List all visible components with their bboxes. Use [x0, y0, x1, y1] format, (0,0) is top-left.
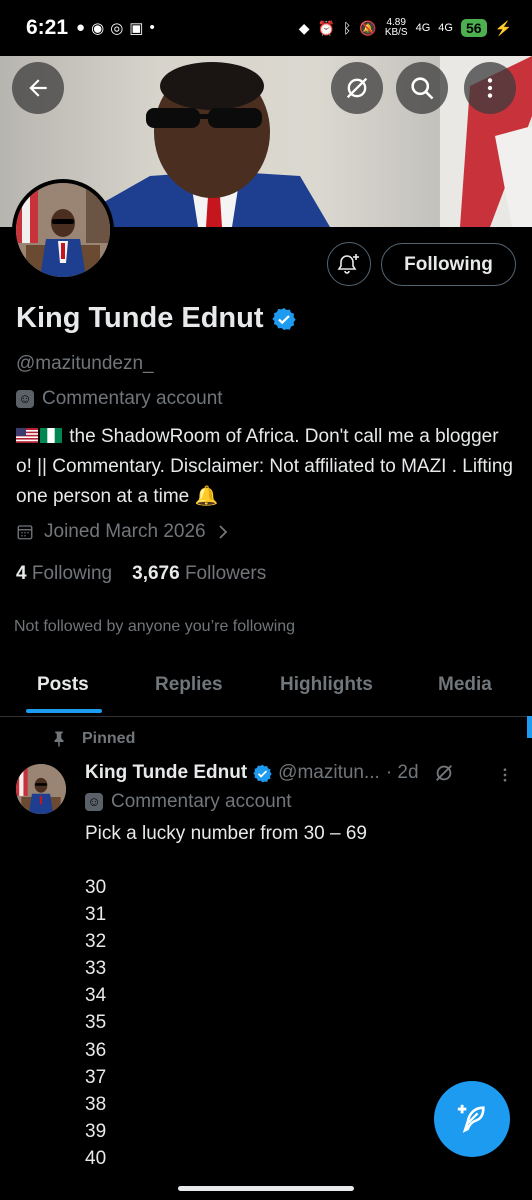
profile-bio: the ShadowRoom of Africa. Don't call me … [16, 422, 516, 512]
list-item: 36 [85, 1039, 107, 1061]
tab-media[interactable]: Media [438, 674, 492, 696]
grok-icon[interactable] [433, 762, 455, 784]
list-item: 32 [85, 931, 107, 953]
list-item: 37 [85, 1066, 107, 1088]
post-account-label-row: ☺ Commentary account [85, 791, 292, 813]
pin-icon [54, 731, 64, 747]
active-tab-indicator [26, 709, 102, 713]
following-button[interactable]: Following [381, 243, 516, 286]
back-button[interactable] [12, 62, 64, 114]
bluetooth-icon: ᛒ [342, 20, 352, 36]
joined-text: Joined March 2026 [44, 521, 206, 542]
tab-replies[interactable]: Replies [155, 674, 223, 696]
profile-name: King Tunde Ednut [16, 302, 264, 334]
post-time: · 2d [385, 762, 419, 783]
back-arrow-icon [29, 79, 47, 97]
list-item: 40 [85, 1147, 107, 1169]
search-button[interactable] [396, 62, 448, 114]
list-item: 39 [85, 1120, 107, 1142]
mute-icon: 🔕 [359, 19, 377, 36]
gesture-home-bar[interactable] [178, 1186, 354, 1191]
post-avatar-image [16, 764, 66, 814]
chevron-right-icon [218, 525, 227, 539]
app2-icon: ▣ [129, 20, 144, 37]
tab-posts[interactable]: Posts [37, 674, 89, 696]
profile-name-row: King Tunde Ednut [16, 302, 296, 335]
location-icon: ◆ [298, 19, 310, 36]
calendar-icon [17, 525, 33, 540]
more-vertical-icon [503, 768, 507, 782]
more-button[interactable] [464, 62, 516, 114]
nigeria-flag-icon [40, 428, 62, 443]
whatsapp-icon: ◉ [91, 20, 105, 37]
post-account-label: Commentary account [111, 791, 292, 812]
mask-icon: ☺ [85, 793, 103, 811]
mask-icon: ☺ [16, 390, 34, 408]
list-item: 30 [85, 877, 107, 898]
post-text: Pick a lucky number from 30 – 69 [85, 823, 367, 844]
net-speed: 4.89 KB/S [384, 17, 408, 38]
not-followed-text: Not followed by anyone you’re following [14, 618, 296, 635]
post-header: King Tunde Ednut @mazitun... · 2d [85, 762, 455, 784]
more-vertical-icon [487, 78, 493, 98]
app-icon: ◎ [110, 20, 124, 37]
account-label-row: ☺ Commentary account [16, 388, 223, 410]
list-item: 35 [85, 1012, 107, 1034]
pinned-label-row: Pinned [50, 729, 135, 749]
status-time: 6:21 [26, 16, 69, 39]
us-flag-icon [16, 428, 38, 443]
dot-icon: • [149, 19, 155, 36]
tab-highlights[interactable]: Highlights [280, 674, 373, 696]
grok-icon [346, 77, 368, 99]
account-label: Commentary account [42, 388, 223, 409]
list-item: 33 [85, 958, 107, 980]
notification-icons: ● ◉ ◎ ▣ • [76, 19, 155, 37]
verified-badge-icon [253, 764, 272, 782]
following-count-link[interactable]: 4 Following [16, 563, 112, 585]
compose-button[interactable] [434, 1081, 510, 1157]
verified-badge-icon[interactable] [271, 307, 296, 331]
post-number-list: 30 31 32 33 34 35 36 37 38 39 40 [85, 874, 106, 1172]
post-author-avatar[interactable] [16, 764, 66, 814]
post-author-name[interactable]: King Tunde Ednut [85, 762, 247, 784]
follow-counts: 4 Following 3,676 Followers [16, 563, 266, 585]
post-more-button[interactable] [496, 764, 514, 791]
battery-indicator: 56 [460, 19, 487, 37]
signal-2: 4G [438, 22, 453, 34]
scroll-indicator [527, 716, 532, 738]
charging-icon: ⚡ [494, 19, 512, 36]
alarm-icon: ⏰ [317, 19, 335, 36]
followers-count-link[interactable]: 3,676 Followers [132, 563, 266, 585]
compose-icon [457, 1104, 485, 1133]
list-item: 34 [85, 985, 107, 1007]
profile-handle: @mazitundezn_ [16, 353, 154, 374]
avatar-image [16, 183, 110, 277]
search-icon [411, 77, 434, 100]
message-icon: ● [76, 19, 86, 36]
post-author-handle: @mazitun... [278, 762, 380, 783]
bell-plus-icon [337, 254, 359, 274]
grok-button[interactable] [331, 62, 383, 114]
bio-text: the ShadowRoom of Africa. Don't call me … [16, 426, 513, 507]
profile-avatar[interactable] [12, 179, 114, 281]
status-bar: 6:21 ● ◉ ◎ ▣ • ◆ ⏰ ᛒ 🔕 4.89 KB/S 4G 4G 56… [0, 0, 532, 56]
joined-row[interactable]: Joined March 2026 [16, 521, 230, 543]
signal-1: 4G [415, 22, 431, 34]
list-item: 38 [85, 1093, 107, 1115]
pinned-label: Pinned [82, 730, 136, 747]
list-item: 31 [85, 904, 107, 926]
notify-bell-button[interactable] [327, 242, 371, 286]
